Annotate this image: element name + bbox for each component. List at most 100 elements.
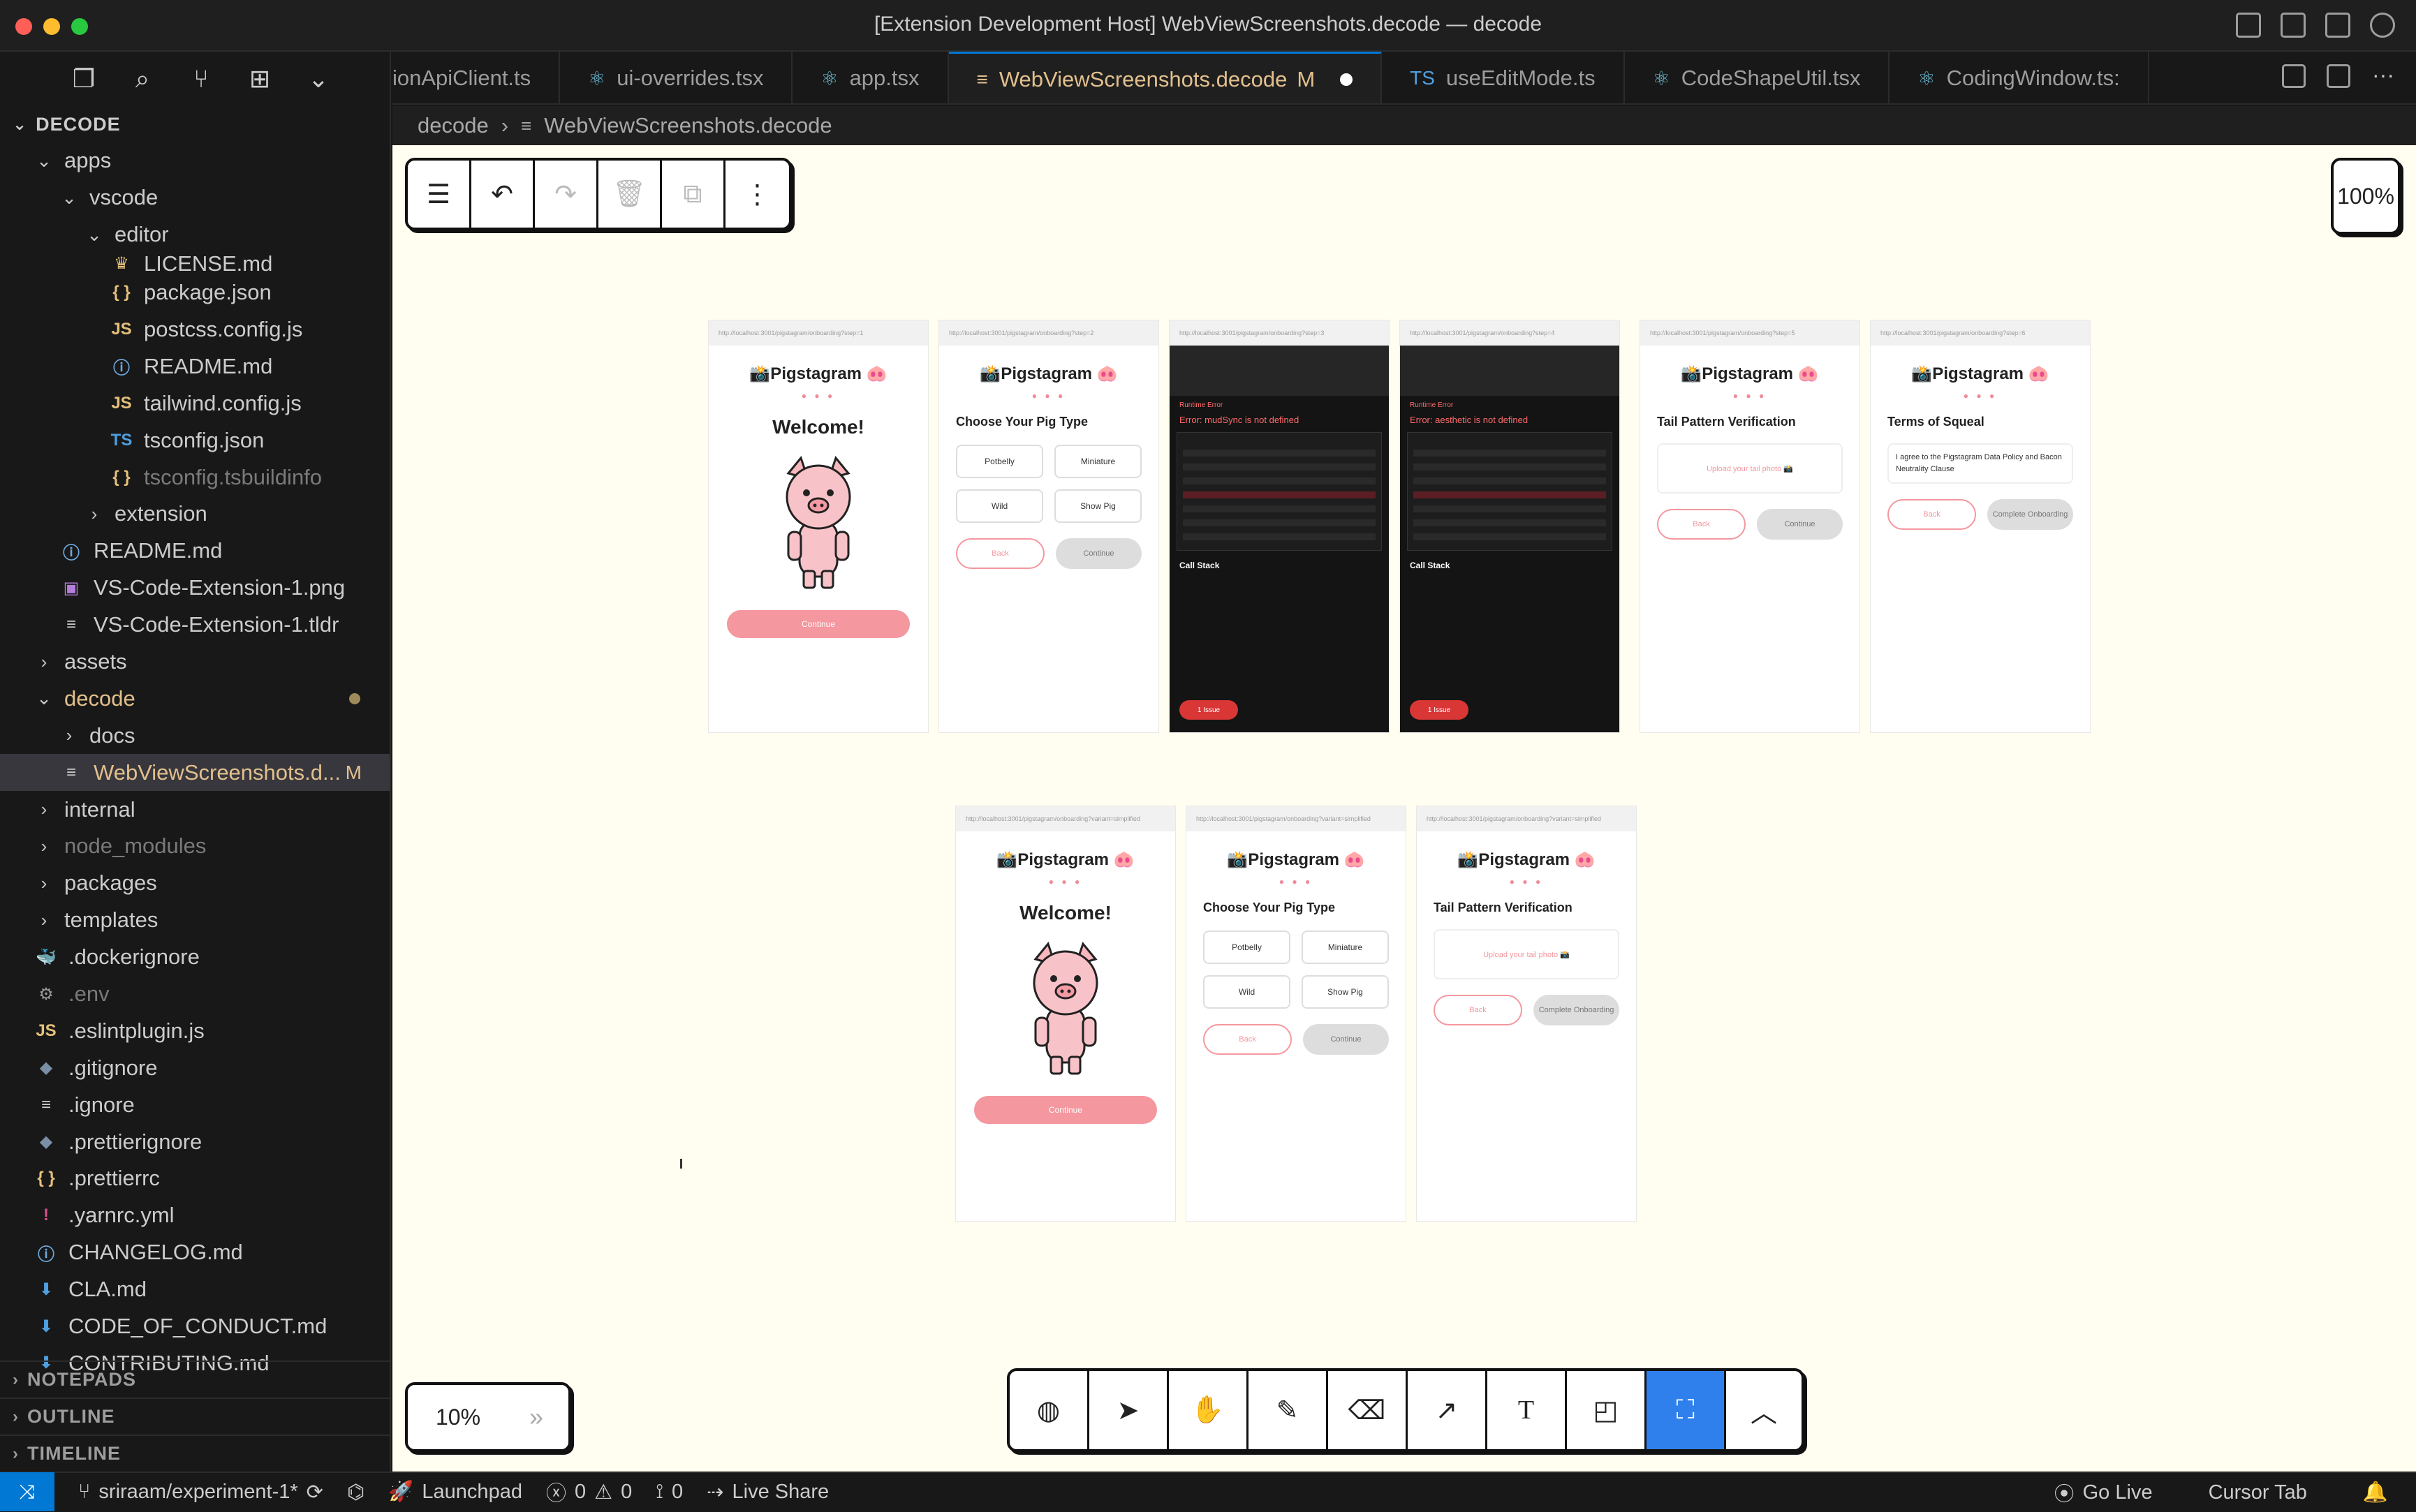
- explorer-section-header[interactable]: ⌄ DECODE: [0, 106, 390, 142]
- extensions-icon[interactable]: ⊞: [246, 65, 274, 93]
- chevron-up-icon[interactable]: ︿: [1726, 1371, 1802, 1449]
- continue-button[interactable]: Continue: [1757, 509, 1843, 540]
- continue-button[interactable]: Continue: [1056, 538, 1142, 569]
- sidebar-section-timeline[interactable]: › TIMELINE: [0, 1435, 390, 1472]
- continue-button[interactable]: Complete Onboarding: [1533, 995, 1619, 1025]
- screenshot-card[interactable]: http://localhost:3001/pigstagram/onboard…: [1169, 320, 1390, 733]
- editor-tab[interactable]: ⚛ ui-overrides.tsx: [560, 52, 793, 103]
- chevron-down-icon[interactable]: ⌄: [304, 65, 332, 93]
- source-control-icon[interactable]: ⑂: [187, 65, 215, 93]
- tree-file[interactable]: { } .prettierrc: [0, 1160, 390, 1197]
- issue-badge[interactable]: 1 Issue: [1179, 700, 1238, 720]
- expand-chevrons-icon[interactable]: »: [529, 1402, 543, 1432]
- unsaved-dot-icon[interactable]: [1340, 73, 1353, 86]
- upload-dropzone[interactable]: Upload your tail photo 📸: [1657, 443, 1843, 494]
- back-button[interactable]: Back: [956, 538, 1045, 569]
- breadcrumb-folder[interactable]: decode: [418, 113, 489, 138]
- screenshot-card[interactable]: http://localhost:3001/pigstagram/onboard…: [1640, 320, 1860, 733]
- screenshot-card[interactable]: http://localhost:3001/pigstagram/onboard…: [938, 320, 1159, 733]
- tree-folder[interactable]: ⌄ apps: [0, 142, 390, 179]
- tree-folder[interactable]: ⌄ vscode: [0, 179, 390, 216]
- screenshot-card[interactable]: http://localhost:3001/pigstagram/onboard…: [1416, 806, 1637, 1222]
- sidebar-section-outline[interactable]: › OUTLINE: [0, 1398, 390, 1435]
- tree-folder[interactable]: ⌄ decode: [0, 680, 390, 717]
- git-graph-icon[interactable]: ⌬: [347, 1480, 364, 1504]
- launchpad-item[interactable]: 🚀 Launchpad: [388, 1480, 522, 1504]
- pencil-icon[interactable]: ✎: [1248, 1371, 1328, 1449]
- bell-icon[interactable]: 🔔: [2363, 1481, 2388, 1504]
- editor-tab[interactable]: ⚛ CodingWindow.ts:: [1890, 52, 2149, 103]
- editor-tab[interactable]: ⚛ app.tsx: [793, 52, 949, 103]
- pig-type-option[interactable]: Miniature: [1054, 445, 1142, 478]
- screenshot-card[interactable]: http://localhost:3001/pigstagram/onboard…: [1186, 806, 1406, 1222]
- tree-file[interactable]: ≡ WebViewScreenshots.d... M: [0, 754, 390, 792]
- go-live-item[interactable]: ⦿ Go Live: [2054, 1478, 2153, 1507]
- sync-icon[interactable]: ⟳: [307, 1480, 323, 1504]
- tree-folder[interactable]: › docs: [0, 717, 390, 754]
- tree-file[interactable]: { } package.json: [0, 274, 390, 311]
- zoom-control[interactable]: 10% »: [405, 1382, 571, 1452]
- tree-file[interactable]: ◆ .gitignore: [0, 1049, 390, 1086]
- tree-file[interactable]: ♛ LICENSE.md: [0, 253, 390, 274]
- screenshot-card[interactable]: http://localhost:3001/pigstagram/onboard…: [955, 806, 1176, 1222]
- hand-icon[interactable]: ✋: [1169, 1371, 1248, 1449]
- tree-folder[interactable]: › node_modules: [0, 828, 390, 865]
- tree-folder[interactable]: › internal: [0, 791, 390, 828]
- tree-file[interactable]: ⓘ CHANGELOG.md: [0, 1234, 390, 1271]
- back-button[interactable]: Back: [1887, 499, 1976, 530]
- screenshot-card[interactable]: http://localhost:3001/pigstagram/onboard…: [708, 320, 929, 733]
- explorer-icon[interactable]: ❐: [70, 65, 98, 93]
- pig-type-option[interactable]: Miniature: [1302, 931, 1389, 964]
- tree-file[interactable]: ◆ .prettierignore: [0, 1123, 390, 1160]
- continue-button[interactable]: Continue: [974, 1096, 1157, 1124]
- tree-file[interactable]: ⓘ README.md: [0, 348, 390, 385]
- sidebar-section-notepads[interactable]: › NOTEPADS: [0, 1361, 390, 1398]
- split-editor-icon[interactable]: [2327, 64, 2350, 88]
- redo-icon[interactable]: ↷: [535, 161, 598, 228]
- breadcrumb-file[interactable]: WebViewScreenshots.decode: [544, 113, 832, 138]
- eraser-icon[interactable]: ⌫: [1328, 1371, 1408, 1449]
- tree-file[interactable]: ≡ VS-Code-Extension-1.tldr: [0, 607, 390, 644]
- toggle-panel-icon[interactable]: [2281, 13, 2306, 38]
- editor-tab[interactable]: ⚛ CodeShapeUtil.tsx: [1625, 52, 1890, 103]
- tree-file[interactable]: JS postcss.config.js: [0, 311, 390, 348]
- tree-file[interactable]: TS tsconfig.json: [0, 422, 390, 459]
- select-arrow-icon[interactable]: ➤: [1089, 1371, 1169, 1449]
- git-branch[interactable]: ⑂ sriraam/experiment-1* ⟳: [78, 1480, 323, 1504]
- tree-file[interactable]: JS tailwind.config.js: [0, 385, 390, 422]
- tree-file[interactable]: ⓘ README.md: [0, 533, 390, 570]
- undo-icon[interactable]: ↶: [471, 161, 535, 228]
- tree-file[interactable]: 🐳 .dockerignore: [0, 939, 390, 976]
- more-vertical-icon[interactable]: ⋮: [725, 161, 789, 228]
- upload-dropzone[interactable]: Upload your tail photo 📸: [1434, 929, 1619, 979]
- more-actions-icon[interactable]: ···: [2371, 64, 2395, 88]
- tree-file[interactable]: ≡ .ignore: [0, 1086, 390, 1123]
- pig-type-option[interactable]: Show Pig: [1302, 975, 1389, 1009]
- editor-tab[interactable]: ionApiClient.ts: [392, 52, 561, 103]
- whiteboard-canvas[interactable]: ☰ ↶ ↷ 🗑 ⧉ ⋮ 100% http://localhost:3001/p…: [392, 145, 2416, 1472]
- pig-type-option[interactable]: Potbelly: [956, 445, 1043, 478]
- editor-tab[interactable]: ≡ WebViewScreenshots.decode M: [948, 52, 1383, 103]
- text-icon[interactable]: T: [1487, 1371, 1567, 1449]
- settings-gear-icon[interactable]: [2370, 13, 2395, 38]
- back-button[interactable]: Back: [1203, 1024, 1292, 1055]
- tree-folder[interactable]: › templates: [0, 902, 390, 939]
- screenshot-card[interactable]: http://localhost:3001/pigstagram/onboard…: [1870, 320, 2091, 733]
- ports-item[interactable]: ⟟ 0: [656, 1481, 683, 1504]
- continue-button[interactable]: Continue: [1303, 1024, 1389, 1055]
- note-icon[interactable]: ◰: [1567, 1371, 1647, 1449]
- screenshot-card[interactable]: http://localhost:3001/pigstagram/onboard…: [1399, 320, 1620, 733]
- live-share-item[interactable]: ⇢ Live Share: [707, 1480, 829, 1504]
- toggle-secondary-sidebar-icon[interactable]: [2325, 13, 2350, 38]
- back-button[interactable]: Back: [1657, 509, 1746, 540]
- tree-file[interactable]: { } tsconfig.tsbuildinfo: [0, 459, 390, 496]
- trash-icon[interactable]: 🗑: [598, 161, 662, 228]
- menu-icon[interactable]: ☰: [408, 161, 471, 228]
- search-icon[interactable]: ⌕: [128, 65, 156, 93]
- tree-folder[interactable]: ⌄ editor: [0, 216, 390, 253]
- pig-type-option[interactable]: Potbelly: [1203, 931, 1290, 964]
- pig-type-option[interactable]: Show Pig: [1054, 489, 1142, 523]
- zoom-indicator[interactable]: 100%: [2331, 158, 2401, 235]
- editor-tab[interactable]: TS useEditMode.ts: [1382, 52, 1625, 103]
- toggle-primary-sidebar-icon[interactable]: [2236, 13, 2261, 38]
